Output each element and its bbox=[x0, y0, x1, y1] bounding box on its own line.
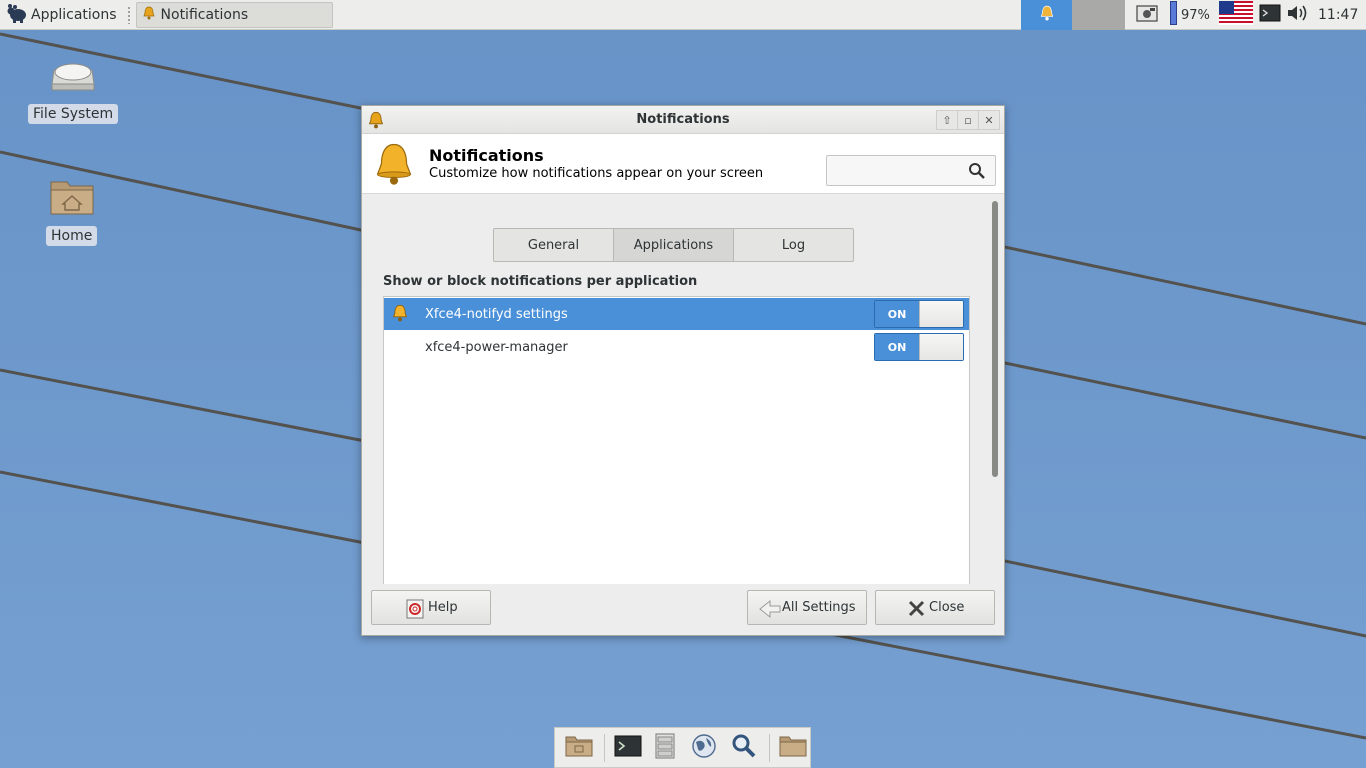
header-title: Notifications bbox=[429, 146, 544, 165]
dock-file-manager[interactable] bbox=[645, 727, 684, 768]
arrow-up-icon: ⇧ bbox=[942, 113, 952, 127]
panel-clock[interactable]: 11:47 bbox=[1318, 0, 1358, 30]
window-close-button[interactable]: ✕ bbox=[978, 110, 1000, 130]
window-title: Notifications bbox=[636, 112, 730, 127]
all-settings-button[interactable]: All Settings bbox=[747, 590, 867, 625]
top-panel: Applications Notifications 97% 11:47 bbox=[0, 0, 1366, 30]
maximize-icon: ▫ bbox=[964, 113, 972, 127]
window-shade-button[interactable]: ⇧ bbox=[936, 110, 958, 130]
hard-drive-icon bbox=[50, 58, 96, 98]
home-folder-icon bbox=[49, 176, 95, 220]
toggle-state-label: ON bbox=[875, 301, 919, 327]
bell-icon bbox=[374, 142, 414, 190]
application-list: Xfce4-notifyd settings ON xfce4-power-ma… bbox=[383, 296, 970, 584]
bell-icon bbox=[1040, 5, 1054, 25]
taskbar-item-label: Notifications bbox=[160, 6, 249, 23]
dock-folder[interactable] bbox=[776, 727, 810, 768]
app-toggle-switch[interactable]: ON bbox=[874, 333, 964, 361]
battery-icon bbox=[1170, 1, 1177, 29]
scrollbar-thumb[interactable] bbox=[992, 201, 998, 477]
app-toggle-switch[interactable]: ON bbox=[874, 300, 964, 328]
magnifier-icon bbox=[731, 733, 757, 763]
file-cabinet-icon bbox=[654, 733, 676, 763]
desktop-icon-home[interactable]: Home bbox=[46, 176, 98, 246]
dock-terminal[interactable] bbox=[611, 727, 645, 768]
close-button[interactable]: Close bbox=[875, 590, 995, 625]
dock-separator bbox=[604, 733, 606, 762]
desktop-icon-label: Home bbox=[46, 226, 98, 246]
us-flag-icon bbox=[1219, 1, 1253, 29]
tab-log[interactable]: Log bbox=[733, 228, 854, 262]
tab-bar: General Applications Log bbox=[493, 228, 854, 262]
app-name: xfce4-power-manager bbox=[425, 339, 568, 355]
bottom-dock bbox=[554, 727, 811, 768]
close-icon bbox=[908, 600, 925, 621]
app-row-xfce4-power-manager[interactable]: xfce4-power-manager ON bbox=[384, 331, 969, 363]
toggle-knob bbox=[919, 334, 963, 360]
keyboard-layout-button[interactable] bbox=[1219, 0, 1253, 30]
window-maximize-button[interactable]: ▫ bbox=[957, 110, 979, 130]
globe-icon bbox=[691, 733, 717, 763]
notification-plugin-button[interactable] bbox=[1021, 0, 1072, 30]
help-icon bbox=[406, 599, 424, 623]
terminal-icon bbox=[1259, 3, 1281, 27]
dock-separator bbox=[769, 733, 771, 762]
notifications-settings-window: Notifications ⇧ ▫ ✕ Notifications Custom… bbox=[361, 105, 1005, 636]
folder-icon bbox=[779, 734, 807, 762]
app-row-xfce4-notifyd-settings[interactable]: Xfce4-notifyd settings ON bbox=[384, 298, 969, 330]
applications-menu-label: Applications bbox=[31, 6, 117, 23]
terminal-icon bbox=[614, 734, 642, 762]
section-label: Show or block notifications per applicat… bbox=[383, 274, 698, 289]
window-titlebar[interactable]: Notifications ⇧ ▫ ✕ bbox=[362, 106, 1004, 134]
desktop-folder-icon bbox=[565, 734, 593, 762]
applications-menu-button[interactable]: Applications bbox=[0, 0, 123, 30]
dock-app-finder[interactable] bbox=[724, 727, 763, 768]
desktop-icon-label: File System bbox=[28, 104, 119, 124]
dock-show-desktop[interactable] bbox=[559, 727, 598, 768]
speaker-icon bbox=[1286, 3, 1310, 27]
app-name: Xfce4-notifyd settings bbox=[425, 306, 568, 322]
close-icon: ✕ bbox=[984, 113, 994, 127]
panel-separator bbox=[126, 5, 131, 24]
back-arrow-icon bbox=[758, 599, 782, 623]
vertical-scrollbar[interactable] bbox=[990, 199, 1000, 587]
dialog-header: Notifications Customize how notification… bbox=[362, 134, 1004, 194]
screenshot-button[interactable] bbox=[1134, 0, 1160, 30]
search-icon bbox=[968, 162, 986, 184]
camera-icon bbox=[1136, 3, 1158, 27]
bell-icon bbox=[392, 304, 408, 326]
all-settings-button-label: All Settings bbox=[782, 600, 856, 615]
close-button-label: Close bbox=[929, 600, 965, 615]
help-button[interactable]: Help bbox=[371, 590, 491, 625]
toggle-state-label: ON bbox=[875, 334, 919, 360]
taskbar-item-notifications[interactable]: Notifications bbox=[135, 1, 333, 28]
desktop-icon-file-system[interactable]: File System bbox=[28, 58, 119, 124]
terminal-tray-button[interactable] bbox=[1257, 0, 1283, 30]
xfce-mouse-icon bbox=[6, 3, 28, 27]
battery-indicator[interactable]: 97% bbox=[1170, 0, 1210, 30]
tab-general[interactable]: General bbox=[493, 228, 614, 262]
tab-applications[interactable]: Applications bbox=[613, 228, 734, 262]
panel-empty-slot[interactable] bbox=[1072, 0, 1125, 30]
volume-button[interactable] bbox=[1285, 0, 1311, 30]
toggle-knob bbox=[919, 301, 963, 327]
bell-icon bbox=[142, 6, 155, 24]
header-subtitle: Customize how notifications appear on yo… bbox=[429, 166, 764, 181]
battery-percent: 97% bbox=[1181, 7, 1210, 23]
dock-web-browser[interactable] bbox=[685, 727, 724, 768]
help-button-label: Help bbox=[428, 600, 458, 615]
